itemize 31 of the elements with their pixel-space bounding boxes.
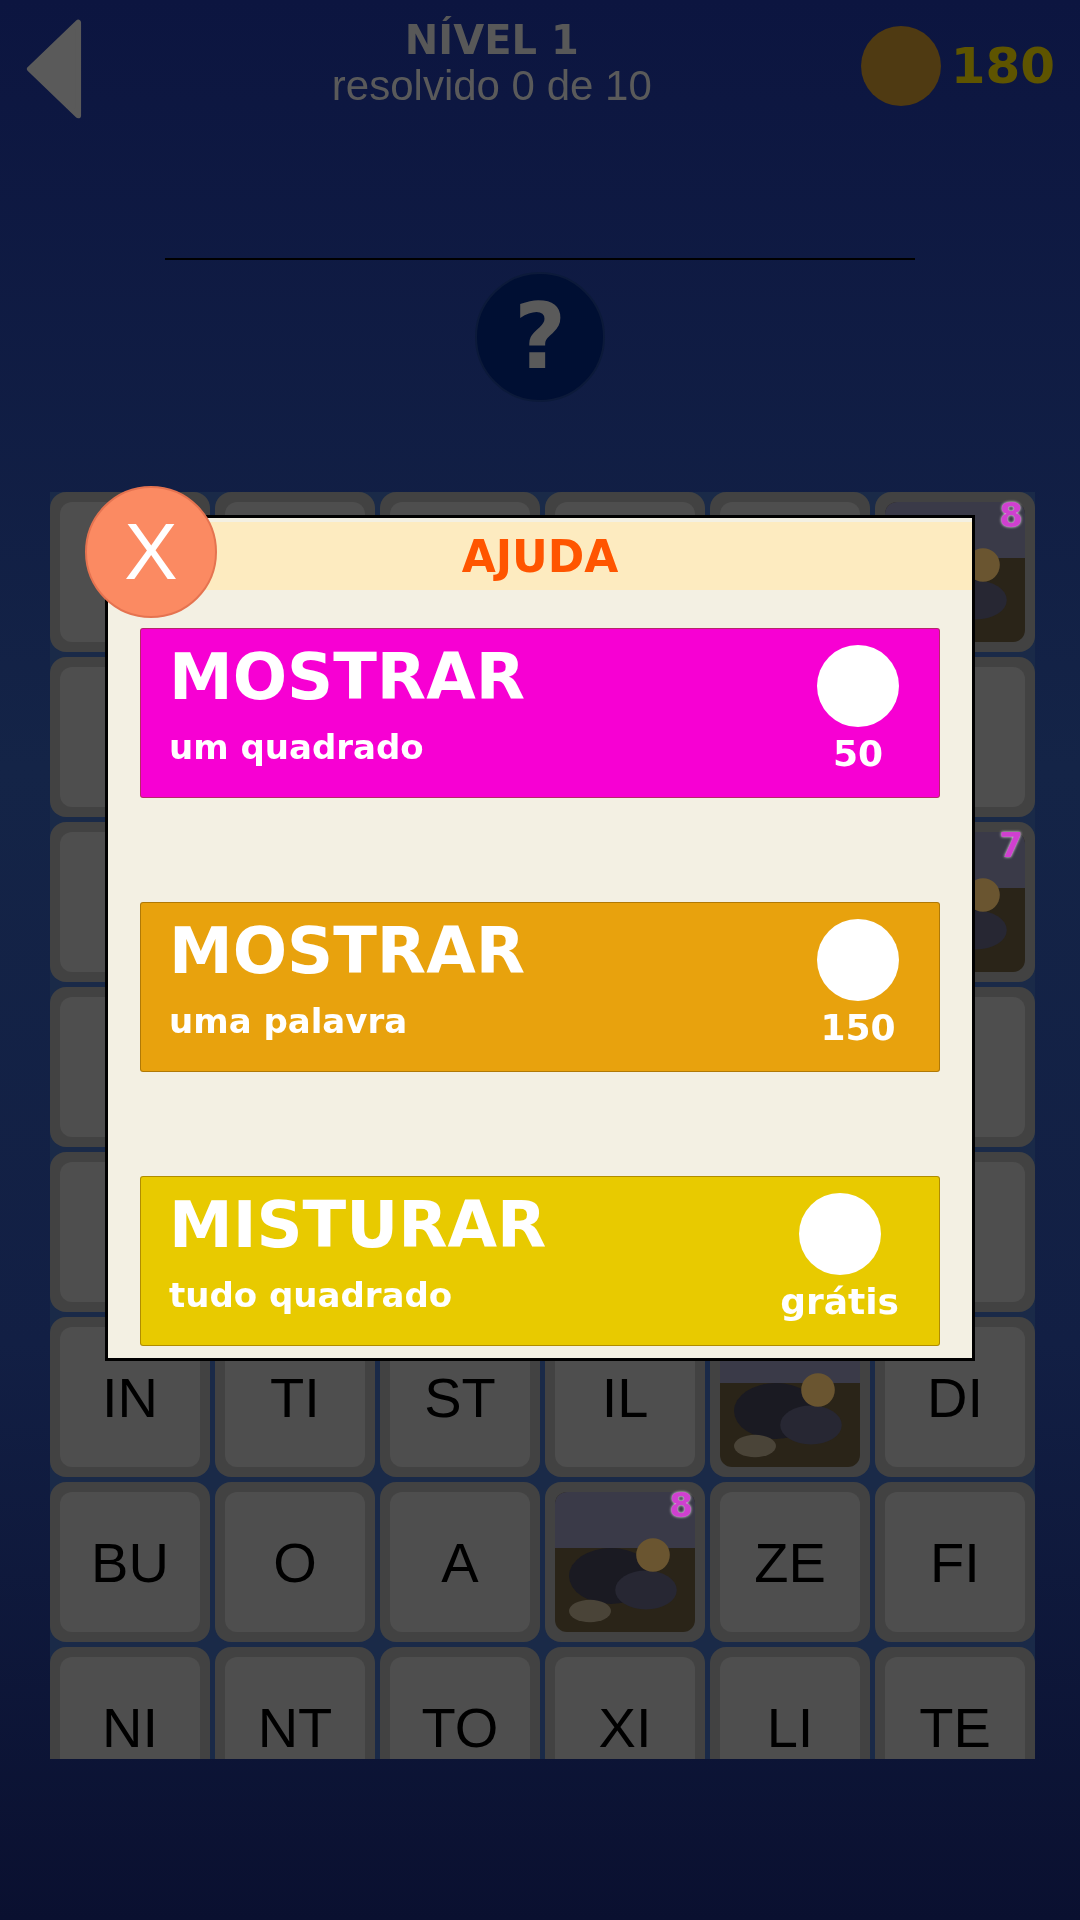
letter-tile[interactable]: NT [215,1647,375,1759]
option-subtitle: um quadrado [169,726,425,769]
option-cost: 150 [820,1007,896,1048]
count-label: 7 [999,828,1023,862]
option-title: MISTURAR [169,1187,547,1264]
option-title: MOSTRAR [169,913,525,990]
letter-tile[interactable]: A [380,1482,540,1642]
help-option[interactable]: MISTURAR tudo quadrado grátis [140,1176,940,1346]
coin-count: 180 [950,37,1055,95]
letter-tile[interactable]: ZE [710,1482,870,1642]
hint-button[interactable]: ? [475,272,605,402]
progress-text: resolvido 0 de 10 [331,62,652,110]
letter-tile[interactable]: TO [380,1647,540,1759]
letter-tile[interactable]: LI [710,1647,870,1759]
back-icon[interactable] [25,18,83,120]
help-option[interactable]: MOSTRAR uma palavra 150 [140,902,940,1072]
letter-tile[interactable]: O [215,1482,375,1642]
option-cost: 50 [832,733,884,774]
count-label: 8 [999,498,1023,532]
dialog-title: AJUDA [461,530,619,582]
letter-tile[interactable]: NI [50,1647,210,1759]
option-title: MOSTRAR [169,639,525,716]
level-title: NÍVEL 1 [404,18,579,62]
option-subtitle: tudo quadrado [169,1274,454,1317]
letter-tile[interactable]: BU [50,1482,210,1642]
letter-tile[interactable]: XI [545,1647,705,1759]
letter-tile[interactable]: TE [875,1647,1035,1759]
option-subtitle: uma palavra [169,1000,409,1043]
help-option[interactable]: MOSTRAR um quadrado 50 [140,628,940,798]
count-label: 8 [669,1488,693,1522]
letter-tile[interactable]: FI [875,1482,1035,1642]
